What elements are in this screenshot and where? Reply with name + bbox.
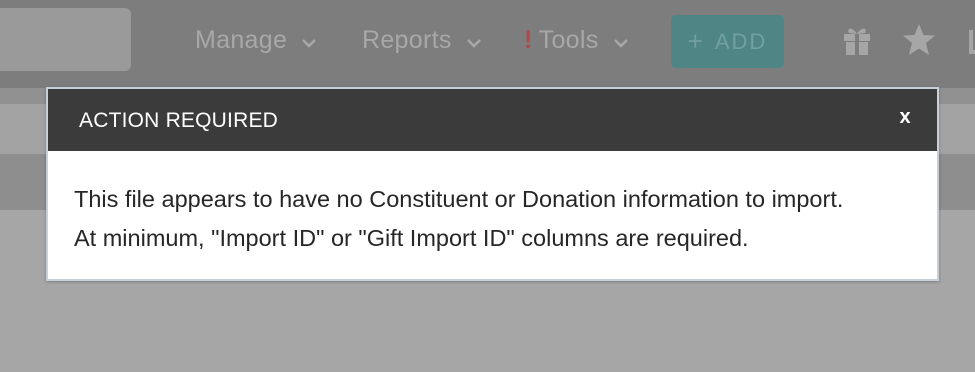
manage-menu-label: Manage xyxy=(195,25,288,54)
reports-menu-label: Reports xyxy=(362,25,452,54)
tools-alert-indicator: ! xyxy=(524,25,533,54)
chevron-down-icon xyxy=(466,26,482,55)
tools-menu[interactable]: ! Tools xyxy=(524,24,629,56)
search-box[interactable] xyxy=(0,8,131,71)
close-button[interactable]: x xyxy=(893,104,917,130)
tools-menu-label: Tools xyxy=(538,25,599,54)
chevron-down-icon xyxy=(613,26,629,55)
add-button-label: ADD xyxy=(714,28,768,54)
dialog-message-line-2: At minimum, "Import ID" or "Gift Import … xyxy=(74,225,749,251)
action-required-dialog: ACTION REQUIRED x This file appears to h… xyxy=(46,87,939,281)
account-icon[interactable] xyxy=(965,24,975,56)
dialog-message-line-1: This file appears to have no Constituent… xyxy=(74,186,844,212)
add-button[interactable]: + ADD xyxy=(671,15,784,68)
dialog-title: ACTION REQUIRED xyxy=(79,109,279,132)
dialog-header: ACTION REQUIRED x xyxy=(48,89,937,151)
chevron-down-icon xyxy=(301,26,317,55)
gift-icon[interactable] xyxy=(842,24,872,56)
dialog-message: This file appears to have no Constituent… xyxy=(74,180,924,258)
plus-icon: + xyxy=(687,26,705,56)
top-navigation-bar: Manage Reports ! Tools + ADD xyxy=(0,0,975,88)
reports-menu[interactable]: Reports xyxy=(362,24,482,56)
manage-menu[interactable]: Manage xyxy=(195,24,317,56)
star-icon[interactable] xyxy=(901,22,937,58)
